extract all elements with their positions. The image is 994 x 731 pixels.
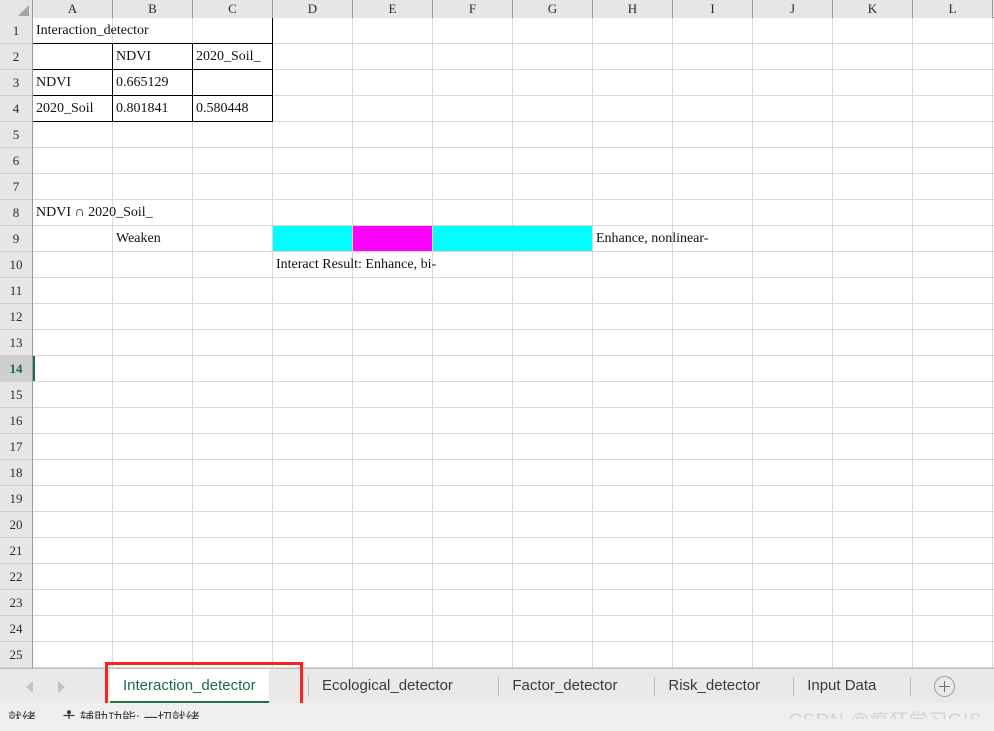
row-header-23[interactable]: 23 xyxy=(0,590,32,616)
row-header-10[interactable]: 10 xyxy=(0,252,32,278)
sheet-tab-input-data[interactable]: Input Data xyxy=(794,669,889,704)
row-header-9[interactable]: 9 xyxy=(0,226,32,252)
gridline-horizontal xyxy=(33,407,994,408)
sheet-tab-factor-detector[interactable]: Factor_detector xyxy=(499,669,630,704)
column-header-k[interactable]: K xyxy=(833,0,913,18)
spreadsheet-grid[interactable]: Interaction_detector NDVI 2020_Soil_ NDVI 0.… xyxy=(33,18,994,668)
cell-c4[interactable]: 0.580448 xyxy=(193,96,593,122)
cell-a1[interactable]: Interaction_detector xyxy=(33,18,433,44)
cell-b9[interactable]: Weaken xyxy=(113,226,513,252)
sheet-tab-bar: Interaction_detector Ecological_detector F… xyxy=(0,668,994,704)
prev-sheet-arrow-icon[interactable] xyxy=(26,681,33,693)
row-header-25[interactable]: 25 xyxy=(0,642,32,668)
gridline-horizontal xyxy=(33,563,994,564)
gridline-horizontal xyxy=(33,173,994,174)
active-cell-indicator xyxy=(33,356,35,381)
row-header-20[interactable]: 20 xyxy=(0,512,32,538)
column-header-b[interactable]: B xyxy=(113,0,193,18)
cell-a8[interactable]: NDVI ∩ 2020_Soil_ xyxy=(33,200,433,226)
gridline-horizontal xyxy=(33,641,994,642)
select-all-triangle-icon xyxy=(18,5,29,16)
column-header-row: ABCDEFGHIJKL xyxy=(0,0,994,18)
gridline-horizontal xyxy=(33,381,994,382)
gridline-vertical xyxy=(912,18,913,668)
row-header-17[interactable]: 17 xyxy=(0,434,32,460)
column-header-h[interactable]: H xyxy=(593,0,673,18)
cell-b3[interactable]: 0.665129 xyxy=(113,70,513,96)
row-header-8[interactable]: 8 xyxy=(0,200,32,226)
column-header-f[interactable]: F xyxy=(433,0,513,18)
row-header-12[interactable]: 12 xyxy=(0,304,32,330)
sheet-tab-risk-detector[interactable]: Risk_detector xyxy=(655,669,773,704)
row-header-15[interactable]: 15 xyxy=(0,382,32,408)
row-header-6[interactable]: 6 xyxy=(0,148,32,174)
excel-window: ABCDEFGHIJKL 1 2 3 4 5 6 7 8 9 10 11 12 13 14 15 16 17 18… xyxy=(0,0,994,731)
gridline-horizontal xyxy=(33,303,994,304)
gridline-vertical xyxy=(672,18,673,668)
row-header-4[interactable]: 4 xyxy=(0,96,32,122)
gridline-horizontal xyxy=(33,355,994,356)
row-header-1[interactable]: 1 xyxy=(0,18,32,44)
row-header-14[interactable]: 14 xyxy=(0,356,32,382)
cell-h9[interactable]: Enhance, nonlinear- xyxy=(593,226,993,252)
column-header-g[interactable]: G xyxy=(513,0,593,18)
row-header-11[interactable]: 11 xyxy=(0,278,32,304)
sheet-tab-ecological-detector[interactable]: Ecological_detector xyxy=(309,669,466,704)
cell-c2[interactable]: 2020_Soil_ xyxy=(193,44,593,70)
next-sheet-arrow-icon[interactable] xyxy=(58,681,65,693)
add-sheet-icon[interactable] xyxy=(934,676,955,697)
column-header-j[interactable]: J xyxy=(753,0,833,18)
gridline-horizontal xyxy=(33,615,994,616)
row-header-24[interactable]: 24 xyxy=(0,616,32,642)
select-all-corner[interactable] xyxy=(0,0,33,18)
gridline-vertical xyxy=(752,18,753,668)
row-header-column: 1 2 3 4 5 6 7 8 9 10 11 12 13 14 15 16 17 18 19 20 21 22 23 24 2… xyxy=(0,18,33,720)
sheet-tab-interaction-detector[interactable]: Interaction_detector xyxy=(110,669,269,704)
gridline-horizontal xyxy=(33,433,994,434)
gridline-horizontal xyxy=(33,459,994,460)
column-header-c[interactable]: C xyxy=(193,0,273,18)
row-header-3[interactable]: 3 xyxy=(0,70,32,96)
row-header-13[interactable]: 13 xyxy=(0,330,32,356)
gridline-horizontal xyxy=(33,537,994,538)
row-header-16[interactable]: 16 xyxy=(0,408,32,434)
horizontal-scrollbar[interactable] xyxy=(0,719,994,731)
gridline-horizontal xyxy=(33,589,994,590)
sheet-nav-buttons xyxy=(0,669,105,704)
row-header-21[interactable]: 21 xyxy=(0,538,32,564)
column-header-i[interactable]: I xyxy=(673,0,753,18)
column-header-a[interactable]: A xyxy=(33,0,113,18)
gridline-horizontal xyxy=(33,511,994,512)
column-header-l[interactable]: L xyxy=(913,0,993,18)
column-header-e[interactable]: E xyxy=(353,0,433,18)
row-header-5[interactable]: 5 xyxy=(0,122,32,148)
column-header-d[interactable]: D xyxy=(273,0,353,18)
gridline-horizontal xyxy=(33,485,994,486)
row-header-2[interactable]: 2 xyxy=(0,44,32,70)
row-header-22[interactable]: 22 xyxy=(0,564,32,590)
row-header-19[interactable]: 19 xyxy=(0,486,32,512)
gridline-horizontal xyxy=(33,147,994,148)
row-header-7[interactable]: 7 xyxy=(0,174,32,200)
gridline-vertical xyxy=(992,18,993,668)
gridline-horizontal xyxy=(33,329,994,330)
gridline-vertical xyxy=(832,18,833,668)
cell-d10[interactable]: Interact Result: Enhance, bi- xyxy=(273,252,673,278)
row-header-18[interactable]: 18 xyxy=(0,460,32,486)
sheet-tab-separator xyxy=(910,677,912,696)
cell-a4[interactable]: 2020_Soil xyxy=(33,96,110,122)
